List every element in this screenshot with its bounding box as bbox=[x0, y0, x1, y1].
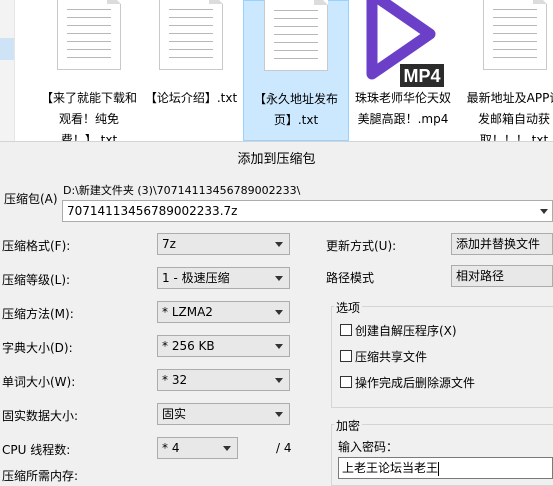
pathmode-select[interactable]: 相对路径 bbox=[451, 265, 553, 287]
sfx-label: 创建自解压程序(X) bbox=[355, 324, 457, 338]
video-file-icon: MP4 bbox=[366, 0, 444, 87]
update-value: 添加并替换文件 bbox=[456, 237, 541, 251]
archive-name-value: 70714113456789002233.7z bbox=[67, 204, 238, 218]
chevron-down-icon bbox=[275, 310, 283, 315]
level-value: 1 - 极速压缩 bbox=[162, 271, 230, 285]
memory-label: 压缩所需内存: bbox=[2, 469, 79, 483]
options-title: 选项 bbox=[334, 299, 363, 316]
format-label: 压缩格式(F): bbox=[2, 239, 71, 253]
cpu-value: * 4 bbox=[162, 441, 180, 455]
file-explorer: 【来了就能下载和观看！纯免费！】.txt 【论坛介绍】.txt 【永久地址发布页… bbox=[0, 0, 553, 141]
level-select[interactable]: 1 - 极速压缩 bbox=[157, 267, 290, 289]
file-item[interactable]: 最新地址及APP请发邮箱自动获取！！！.txt bbox=[461, 0, 553, 141]
chevron-down-icon bbox=[275, 378, 283, 383]
dict-select[interactable]: * 256 KB bbox=[157, 335, 290, 357]
archive-label: 压缩包(A) bbox=[4, 192, 58, 206]
method-value: * LZMA2 bbox=[162, 305, 213, 319]
level-label: 压缩等级(L): bbox=[2, 273, 71, 287]
password-input[interactable]: 上老王论坛当老王 bbox=[338, 457, 553, 479]
chevron-down-icon bbox=[275, 276, 283, 281]
navigation-pane[interactable] bbox=[0, 0, 15, 141]
word-value: * 32 bbox=[162, 373, 188, 387]
file-name: 【来了就能下载和观看！纯免费！】.txt bbox=[40, 91, 137, 141]
cpu-label: CPU 线程数: bbox=[2, 443, 71, 457]
archive-path: D:\新建文件夹 (3)\70714113456789002233\ bbox=[63, 184, 301, 197]
dict-label: 字典大小(D): bbox=[2, 341, 73, 355]
file-item-selected[interactable]: 【永久地址发布页】.txt bbox=[243, 0, 349, 141]
method-label: 压缩方法(M): bbox=[2, 307, 74, 321]
chevron-down-icon bbox=[275, 242, 283, 247]
delete-checkbox[interactable] bbox=[340, 376, 352, 388]
mp4-badge: MP4 bbox=[403, 66, 440, 86]
word-label: 单词大小(W): bbox=[2, 375, 76, 389]
solid-select[interactable]: 固实 bbox=[157, 403, 290, 425]
add-to-archive-dialog: 添加到压缩包 压缩包(A) D:\新建文件夹 (3)\7071411345678… bbox=[0, 141, 553, 486]
file-name: 【永久地址发布页】.txt bbox=[253, 92, 338, 127]
file-item[interactable]: 【来了就能下载和观看！纯免费！】.txt bbox=[36, 0, 142, 141]
shared-label: 压缩共享文件 bbox=[355, 350, 428, 364]
pathmode-label: 路径模式 bbox=[326, 271, 375, 285]
text-file-icon bbox=[57, 0, 121, 70]
archive-name-combo[interactable]: 70714113456789002233.7z bbox=[62, 200, 553, 222]
method-select[interactable]: * LZMA2 bbox=[157, 301, 290, 323]
cpu-total: / 4 bbox=[276, 441, 292, 455]
text-file-icon bbox=[264, 0, 328, 71]
update-select[interactable]: 添加并替换文件 bbox=[451, 233, 553, 255]
pathmode-value: 相对路径 bbox=[456, 269, 505, 283]
chevron-down-icon bbox=[275, 344, 283, 349]
chevron-down-icon bbox=[223, 446, 231, 451]
text-file-icon bbox=[159, 0, 223, 70]
encryption-title: 加密 bbox=[334, 417, 363, 434]
shared-checkbox[interactable] bbox=[340, 350, 352, 362]
solid-label: 固实数据大小: bbox=[2, 409, 79, 423]
chevron-down-icon bbox=[275, 412, 283, 417]
update-label: 更新方式(U): bbox=[326, 239, 397, 253]
dialog-title: 添加到压缩包 bbox=[237, 152, 316, 167]
file-name: 【论坛介绍】.txt bbox=[144, 91, 238, 105]
format-select[interactable]: 7z bbox=[157, 233, 290, 255]
file-name: 珠珠老师华伦天奴美腿高跟！.mp4 bbox=[354, 91, 451, 126]
delete-label: 操作完成后删除源文件 bbox=[355, 376, 476, 390]
file-item[interactable]: 【论坛介绍】.txt bbox=[138, 0, 244, 141]
text-file-icon bbox=[483, 0, 547, 70]
sfx-checkbox[interactable] bbox=[340, 324, 352, 336]
format-value: 7z bbox=[162, 237, 176, 251]
password-value: 上老王论坛当老王 bbox=[342, 461, 439, 475]
word-select[interactable]: * 32 bbox=[157, 369, 290, 391]
navigation-selection bbox=[0, 38, 14, 60]
password-label: 输入密码： bbox=[338, 440, 399, 454]
solid-value: 固实 bbox=[162, 407, 187, 421]
chevron-down-icon bbox=[540, 209, 548, 214]
file-name: 最新地址及APP请发邮箱自动获取！！！.txt bbox=[466, 91, 553, 141]
dict-value: * 256 KB bbox=[162, 339, 215, 353]
text-caret bbox=[438, 461, 440, 476]
file-item[interactable]: MP4 珠珠老师华伦天奴美腿高跟！.mp4 bbox=[350, 0, 456, 141]
cpu-select[interactable]: * 4 bbox=[157, 437, 238, 459]
